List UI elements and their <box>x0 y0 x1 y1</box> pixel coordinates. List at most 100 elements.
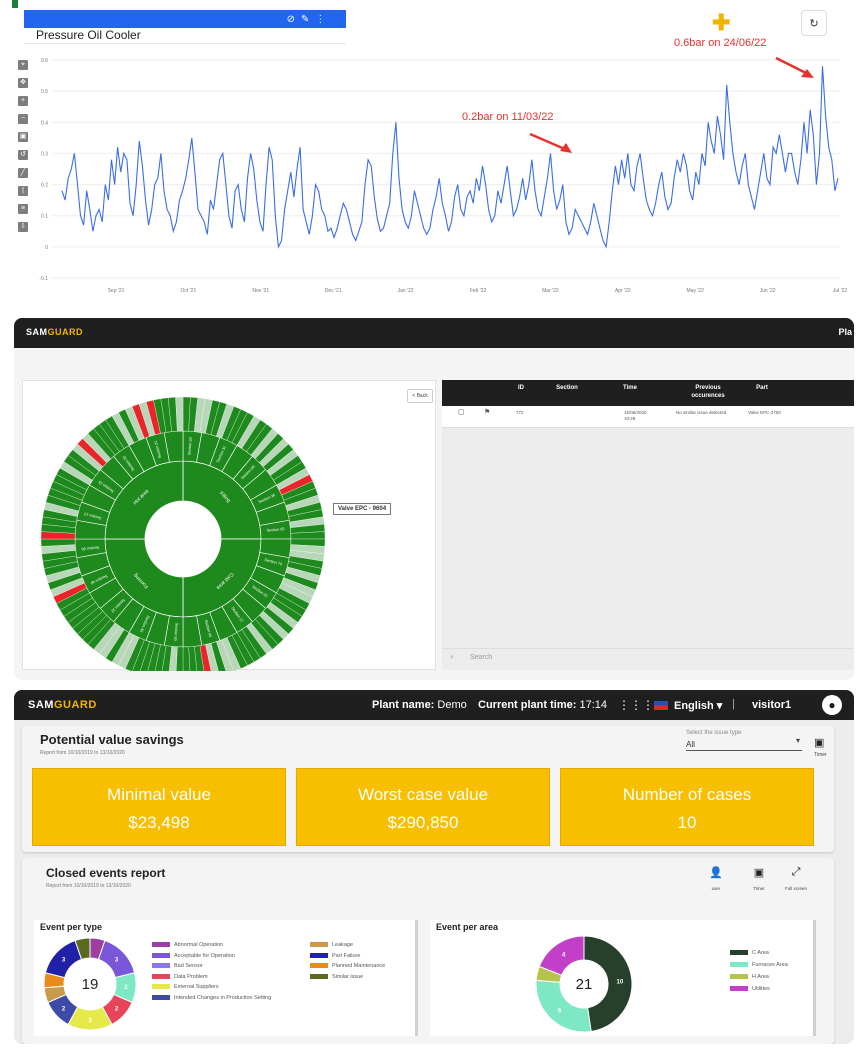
col-section[interactable]: Section <box>542 384 592 392</box>
legend-label: Acceptable for Operation <box>174 952 235 959</box>
legend-label: Leakage <box>332 942 354 948</box>
y-tick-label: 0.3 <box>41 151 48 157</box>
eye-off-icon[interactable]: ⊘ <box>287 14 295 25</box>
legend-item[interactable]: C Area <box>730 950 769 957</box>
plus-icon[interactable]: ✚ <box>712 10 730 36</box>
reset-tool-icon[interactable]: ↺ <box>18 150 28 160</box>
refresh-icon[interactable]: ↻ <box>801 10 827 36</box>
event-area-donut[interactable]: 106421 <box>532 932 636 1036</box>
legend-label: Planned Maintenance <box>332 963 386 969</box>
calendar-icon[interactable]: ▣ <box>814 736 824 749</box>
username[interactable]: visitor1 <box>752 699 791 711</box>
legend-item[interactable]: H Area <box>730 974 769 981</box>
legend-item[interactable]: Utilities <box>730 986 770 993</box>
export-tool-icon[interactable]: ⇩ <box>18 222 28 232</box>
event-per-area-card: Event per area 10 6 4 21 C Area Furnaces Are… <box>430 920 816 1036</box>
apps-grid-icon[interactable]: ⋮⋮⋮ <box>618 698 654 712</box>
divider-tool-icon[interactable]: | <box>18 186 28 196</box>
legend-item[interactable]: Furnaces Area <box>730 962 788 969</box>
sunburst-tooltip: Valve EPC - 9604 <box>333 503 392 515</box>
us-flag-icon <box>654 701 668 710</box>
legend-item[interactable]: Acceptable for Operation <box>152 953 235 960</box>
annotation-arrow <box>529 132 568 152</box>
y-tick-label: 0.6 <box>41 58 48 64</box>
line-tool-icon[interactable]: ╱ <box>18 168 28 178</box>
language-selector[interactable]: English ▾ <box>674 699 722 712</box>
zoom-out-icon[interactable]: − <box>18 114 28 124</box>
menu-tool-icon[interactable]: ≡ <box>18 204 28 214</box>
legend-item[interactable]: Data Problem <box>152 974 208 981</box>
legend-item[interactable]: External Suppliers <box>152 984 219 991</box>
checkbox-icon[interactable]: ▢ <box>458 409 465 416</box>
donut-slice-label: 10 <box>617 979 624 985</box>
legend-swatch <box>152 994 170 1000</box>
legend-item[interactable]: Leakage <box>310 942 353 949</box>
legend-label: Data Problem <box>174 973 208 980</box>
legend-item[interactable]: Bad Sensor <box>152 963 203 970</box>
user-icon[interactable]: 👤 <box>704 866 728 879</box>
x-tick-label: Feb '22 <box>470 288 487 294</box>
event-type-donut[interactable]: 32232319 <box>40 934 140 1034</box>
legend-swatch <box>310 952 328 958</box>
chevron-down-icon[interactable]: ▾ <box>796 736 800 745</box>
legend-item[interactable]: Intended Changes in Production Setting <box>152 995 271 1002</box>
sunburst-chart[interactable]: FillingCold areaFormingHot areaSection 3… <box>23 381 437 680</box>
legend-label: Intended Changes in Production Setting <box>174 994 272 1001</box>
x-tick-label: May '22 <box>687 288 705 294</box>
pan-tool-icon[interactable]: ✥ <box>18 78 28 88</box>
divider: | <box>732 698 735 710</box>
legend-swatch <box>730 986 748 992</box>
sunburst-card: Filling Cold area Forming Hot area Section 3… <box>22 380 437 680</box>
legend-swatch <box>310 963 328 969</box>
annotation-label: 0.2bar on 11/03/22 <box>462 111 554 123</box>
pin-icon[interactable]: ✎ <box>301 14 309 25</box>
legend-swatch <box>730 950 748 956</box>
x-tick-label: Dec '21 <box>325 288 342 294</box>
kpi-value: 10 <box>677 813 697 832</box>
y-tick-label: 0.4 <box>41 120 48 126</box>
legend-label: Utilities <box>752 986 770 992</box>
calendar-icon[interactable]: ▣ <box>747 866 771 879</box>
samguard-logo: SAMGUARD <box>26 327 83 337</box>
samguard-logo: SAMGUARD <box>28 699 97 711</box>
legend-item[interactable]: Part Failure <box>310 953 360 960</box>
top-bar: SAMGUARD Plant name: Demo Current plant … <box>14 690 854 720</box>
zoom-tool-icon[interactable]: ⌖ <box>18 60 28 70</box>
legend-label: Furnaces Area <box>752 962 788 968</box>
fullscreen-icon[interactable]: ⤢ <box>784 866 808 879</box>
col-time[interactable]: Time <box>610 384 650 392</box>
legend-item[interactable]: Planned Maintenance <box>310 963 385 970</box>
col-previous[interactable]: Previous occurences <box>678 384 738 400</box>
more-icon[interactable]: ⋮ <box>315 14 325 25</box>
chart-title: Pressure Oil Cooler <box>36 28 141 42</box>
closed-events-subtitle: Report from 10/10/2019 to 13/10/2020 <box>46 883 131 889</box>
search-bar[interactable]: ⌕ Search <box>442 648 854 668</box>
annotation-label: 0.6bar on 24/06/22 <box>674 37 766 49</box>
sunburst-center <box>145 501 221 577</box>
zoom-in-icon[interactable]: + <box>18 96 28 106</box>
col-part[interactable]: Part <box>742 384 782 392</box>
event-per-type-title: Event per type <box>40 922 103 932</box>
x-tick-label: Apr '22 <box>615 288 631 294</box>
table-row[interactable]: ▢ ⚑ 772 15/06/2020 10:28 No similar issu… <box>442 406 854 428</box>
y-tick-label: -0.1 <box>39 276 48 282</box>
flag-icon[interactable]: ⚑ <box>484 409 490 416</box>
issue-type-select[interactable]: All <box>686 740 802 751</box>
legend-item[interactable]: Similar issue <box>310 974 363 981</box>
cell-id: 772 <box>516 410 524 415</box>
back-button[interactable]: < Back <box>407 389 433 403</box>
x-tick-label: Oct '21 <box>181 288 197 294</box>
legend-label: Similar issue <box>332 973 364 980</box>
cell-time: 15/06/2020 10:28 <box>624 410 647 421</box>
legend-swatch <box>152 952 170 958</box>
event-per-area-title: Event per area <box>436 922 499 932</box>
select-tool-icon[interactable]: ▣ <box>18 132 28 142</box>
donut-total: 19 <box>82 976 99 993</box>
kpi-worst-case-value: Worst case value $290,850 <box>296 768 550 846</box>
x-tick-label: Sep '21 <box>108 288 125 294</box>
legend-swatch <box>310 942 328 948</box>
search-input[interactable]: Search <box>470 654 492 661</box>
legend-item[interactable]: Abnormal Operation <box>152 942 223 949</box>
col-id[interactable]: ID <box>506 384 536 392</box>
avatar-icon[interactable]: ● <box>822 695 842 715</box>
